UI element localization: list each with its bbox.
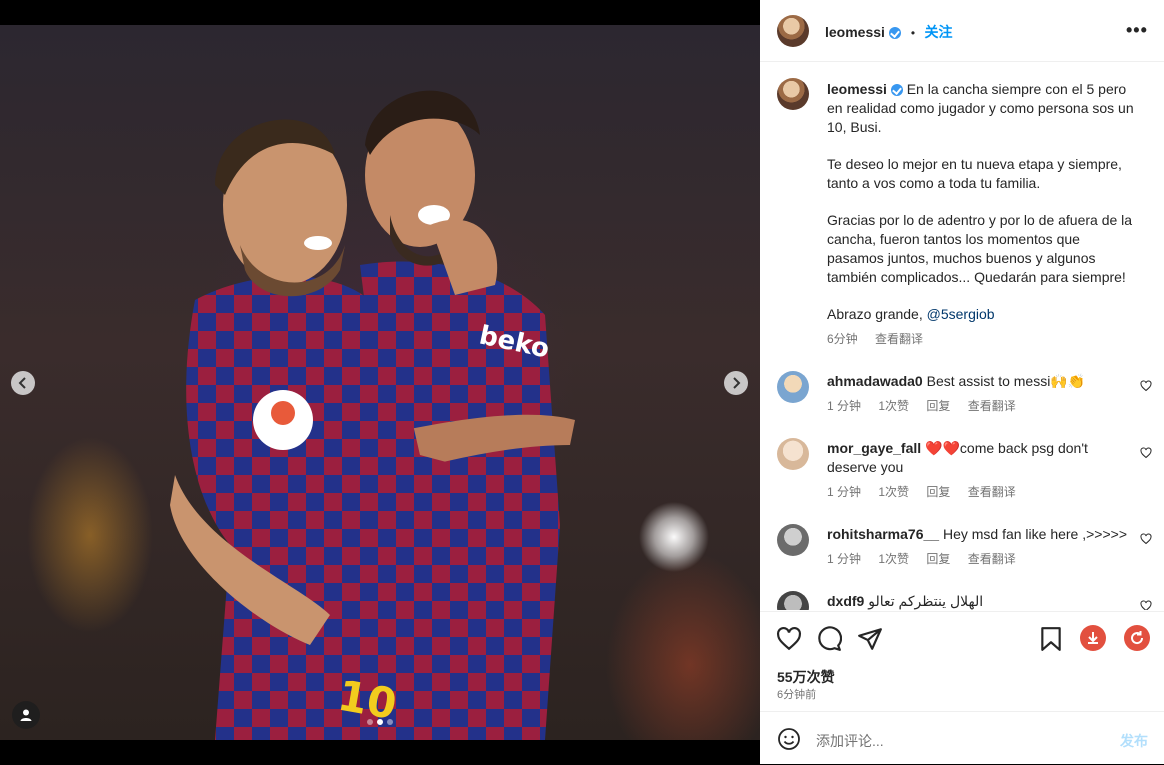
caption-paragraph: Gracias por lo de adentro y por lo de af… [827,212,1133,285]
caption-time: 6分钟 [827,332,858,346]
comment-time: 1 分钟 [827,399,862,413]
carousel-dot [387,719,393,725]
heart-icon[interactable] [776,626,802,652]
post-comment-button[interactable]: 发布 [1120,731,1148,751]
comment-likes[interactable]: 1次赞 [878,485,909,499]
carousel-dot-active [377,719,383,725]
emoji-icon[interactable] [777,727,801,751]
comment-like-heart-icon[interactable] [1140,533,1152,545]
commenter-avatar[interactable] [777,524,809,556]
comment-input[interactable]: 添加评论... [816,731,884,751]
commenter-avatar[interactable] [777,371,809,403]
download-icon [1088,632,1098,644]
comment-item: mor_gaye_fall ❤️❤️come back psg don't de… [827,439,1127,502]
verified-badge-icon [890,84,903,97]
download-button[interactable] [1080,625,1106,651]
user-tag-icon [20,709,32,721]
more-options-button[interactable]: ••• [1126,20,1148,41]
comment-like-heart-icon[interactable] [1140,380,1152,392]
comments-list[interactable]: leomessi En la cancha siempre con el 5 p… [760,62,1164,610]
like-count[interactable]: 55万次赞 [777,667,835,687]
comment-text: الهلال ينتظركم تعالو [868,593,984,609]
comment-text: Best assist to messi🙌👏 [926,373,1086,389]
carousel-next-button[interactable] [724,371,748,395]
post-media: 10 beko [0,25,760,740]
comment-like-heart-icon[interactable] [1140,447,1152,459]
see-translation-link[interactable]: 查看翻译 [968,552,1016,566]
separator-dot: • [910,26,916,40]
caption-avatar[interactable] [777,78,809,110]
comment-username[interactable]: mor_gaye_fall [827,440,921,456]
comment-like-heart-icon[interactable] [1140,600,1152,610]
post-photo: 10 beko [170,90,575,740]
carousel-prev-button[interactable] [11,371,35,395]
commenter-avatar[interactable] [777,591,809,610]
chevron-right-icon [733,377,741,389]
commenter-avatar[interactable] [777,438,809,470]
carousel-indicator [367,719,393,725]
comment-item: rohitsharma76__ Hey msd fan like here ,>… [827,525,1127,569]
refresh-icon [1131,631,1144,645]
verified-badge-icon [889,26,902,39]
refresh-button[interactable] [1124,625,1150,651]
bookmark-icon[interactable] [1040,626,1062,652]
reply-button[interactable]: 回复 [926,399,950,413]
comment-time: 1 分钟 [827,485,862,499]
comment-username[interactable]: dxdf9 [827,593,864,609]
carousel-dot [367,719,373,725]
comment-item: ahmadawada0 Best assist to messi🙌👏 1 分钟 … [827,372,1127,416]
author-line: leomessi • 关注 [825,22,953,42]
caption-paragraph: Te deseo lo mejor en tu nueva etapa y si… [827,156,1122,191]
send-icon[interactable] [857,626,883,652]
follow-button[interactable]: 关注 [925,24,953,40]
add-comment-bar: 添加评论... 发布 [760,711,1164,765]
see-translation-link[interactable]: 查看翻译 [968,399,1016,413]
comment-username[interactable]: ahmadawada0 [827,373,923,389]
see-translation-link[interactable]: 查看翻译 [968,485,1016,499]
reply-button[interactable]: 回复 [926,552,950,566]
tagged-users-button[interactable] [12,701,40,729]
mention-link[interactable]: @5sergiob [927,306,995,322]
see-translation-link[interactable]: 查看翻译 [875,332,923,346]
post-caption: leomessi En la cancha siempre con el 5 p… [827,80,1139,349]
caption-meta: 6分钟 查看翻译 [827,330,1139,349]
comment-item: dxdf9 الهلال ينتظركم تعالو [827,592,1127,610]
comment-username[interactable]: rohitsharma76__ [827,526,939,542]
post-header: leomessi • 关注 ••• [760,0,1164,62]
reply-button[interactable]: 回复 [926,485,950,499]
comment-icon[interactable] [816,626,842,652]
action-bar: 55万次赞 6分钟前 [760,611,1164,712]
post-side-panel: leomessi • 关注 ••• leomessi En la cancha … [760,0,1164,764]
comment-likes[interactable]: 1次赞 [878,552,909,566]
comment-time: 1 分钟 [827,552,862,566]
caption-username[interactable]: leomessi [827,81,887,97]
author-avatar[interactable] [777,15,809,47]
comment-likes[interactable]: 1次赞 [878,399,909,413]
post-timestamp: 6分钟前 [777,689,817,701]
caption-paragraph: Abrazo grande, [827,306,923,322]
author-username[interactable]: leomessi [825,24,885,40]
chevron-left-icon [18,377,26,389]
comment-text: Hey msd fan like here ,>>>>> [942,526,1128,542]
